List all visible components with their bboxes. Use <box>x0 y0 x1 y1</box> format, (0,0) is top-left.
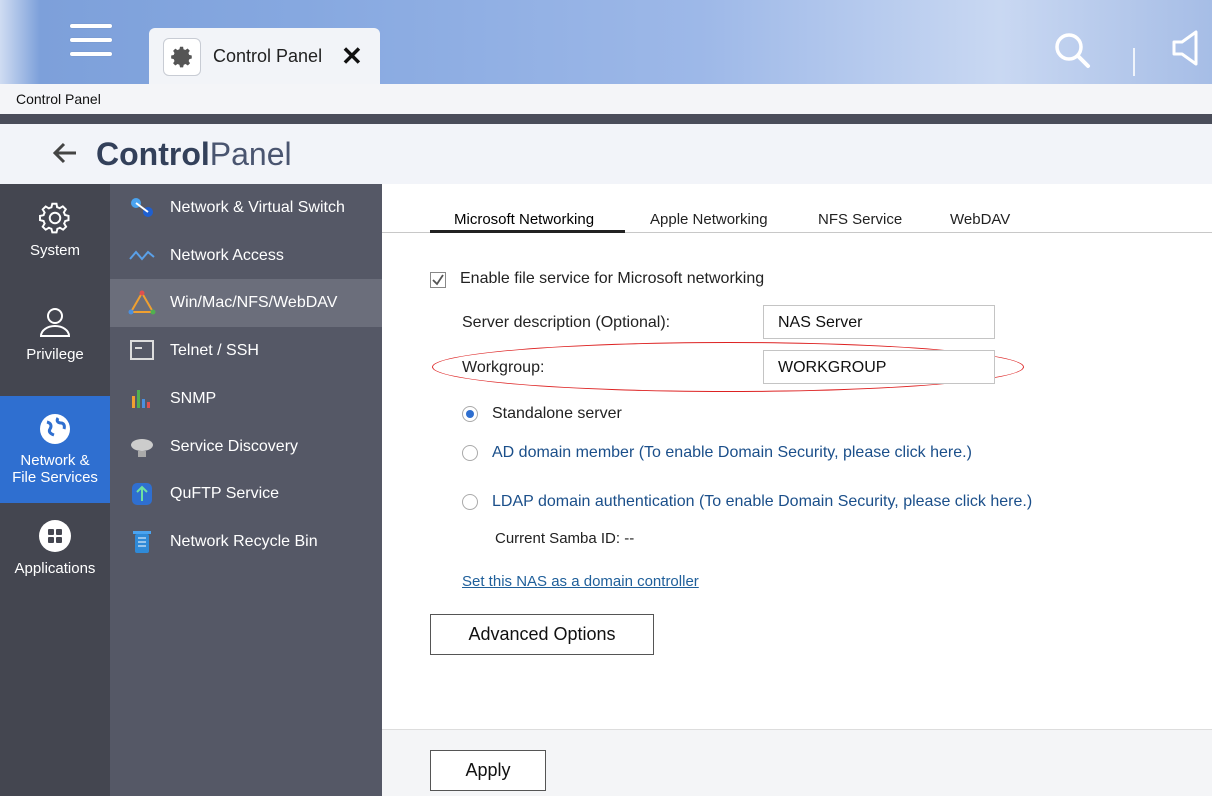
back-arrow-icon[interactable] <box>50 138 80 168</box>
sidebar-item-quftp[interactable]: QuFTP Service <box>110 470 382 518</box>
sidebar-item-win-mac-nfs-webdav[interactable]: Win/Mac/NFS/WebDAV <box>110 279 382 327</box>
radio-ldap-label[interactable]: LDAP domain authentication (To enable Do… <box>492 493 1032 511</box>
tab-webdav[interactable]: WebDAV <box>950 211 1010 228</box>
rail-label-network-line1: Network & <box>20 452 90 469</box>
radio-ad-member-label[interactable]: AD domain member (To enable Domain Secur… <box>492 444 972 462</box>
file-protocols-icon <box>128 290 156 315</box>
apps-grid-icon <box>39 520 71 552</box>
rail-label-privilege: Privilege <box>26 346 84 363</box>
main-content: Microsoft Networking Apple Networking NF… <box>382 184 1212 796</box>
bar-chart-icon <box>132 390 150 408</box>
main-nav-rail: System Privilege Network & File Services… <box>0 184 110 796</box>
active-tab-indicator <box>430 230 625 233</box>
rail-item-privilege[interactable]: Privilege <box>0 304 110 384</box>
sidebar-item-label: Service Discovery <box>170 438 299 455</box>
page-title: ControlPanel <box>96 136 292 172</box>
sidebar-item-label: Win/Mac/NFS/WebDAV <box>170 294 338 311</box>
sidebar-item-label: QuFTP Service <box>170 485 280 502</box>
breadcrumb-bar: Control Panel <box>0 84 1212 114</box>
separator-strip <box>0 114 1212 124</box>
rail-label-applications: Applications <box>14 560 96 577</box>
toolbar-divider <box>1133 48 1135 76</box>
rail-item-system[interactable]: System <box>0 200 110 280</box>
terminal-icon <box>130 340 154 360</box>
rail-item-network-file-services[interactable]: Network & File Services <box>0 396 110 503</box>
speaker-icon[interactable] <box>1170 28 1210 68</box>
network-switch-icon <box>131 198 153 217</box>
sidebar-item-label: Network Access <box>170 247 284 264</box>
globe-icon <box>40 414 70 444</box>
sidebar-item-network-recycle-bin[interactable]: Network Recycle Bin <box>110 518 382 566</box>
rail-label-network-line2: File Services <box>12 469 98 486</box>
sidebar-item-telnet-ssh[interactable]: Telnet / SSH <box>110 327 382 375</box>
ftp-icon <box>132 483 152 505</box>
server-description-field[interactable]: NAS Server <box>763 305 995 339</box>
sidebar-item-label: Network & Virtual Switch <box>170 199 345 216</box>
user-icon <box>39 308 71 337</box>
sidebar-item-service-discovery[interactable]: Service Discovery <box>110 423 382 471</box>
radio-ldap[interactable] <box>462 494 478 510</box>
sidebar-item-label: SNMP <box>170 390 217 407</box>
rail-label-system: System <box>29 242 80 259</box>
domain-controller-link[interactable]: Set this NAS as a domain controller <box>462 573 699 590</box>
rail-item-applications[interactable]: Applications <box>0 518 110 598</box>
footer-bar: Apply <box>382 730 1212 796</box>
tab-control-panel[interactable]: Control Panel ✕ <box>149 28 380 84</box>
gear-icon <box>39 202 70 234</box>
menu-icon[interactable] <box>70 24 112 68</box>
workgroup-label: Workgroup: <box>462 359 545 376</box>
sidebar-item-network-virtual-switch[interactable]: Network & Virtual Switch <box>110 184 382 232</box>
tab-apple-networking[interactable]: Apple Networking <box>650 211 768 228</box>
recycle-bin-icon <box>133 531 151 553</box>
enable-smb-label: Enable file service for Microsoft networ… <box>460 270 765 287</box>
workgroup-field[interactable]: WORKGROUP <box>763 350 995 384</box>
search-icon[interactable] <box>1052 30 1092 70</box>
network-access-icon <box>129 250 155 261</box>
check-icon <box>432 274 444 286</box>
sidebar-item-label: Telnet / SSH <box>170 342 259 359</box>
tab-nfs-service[interactable]: NFS Service <box>818 211 902 228</box>
server-description-label: Server description (Optional): <box>462 314 671 331</box>
tab-microsoft-networking[interactable]: Microsoft Networking <box>454 211 594 228</box>
page-header: ControlPanel <box>0 124 1212 184</box>
title-bar: Control Panel ✕ <box>0 0 1212 84</box>
sub-nav: Network & Virtual Switch Network Access … <box>110 184 382 796</box>
close-icon[interactable]: ✕ <box>341 41 363 72</box>
breadcrumb: Control Panel <box>16 91 101 107</box>
satellite-dish-icon <box>131 439 153 457</box>
enable-smb-checkbox[interactable] <box>430 272 446 288</box>
radio-ad-member[interactable] <box>462 445 478 461</box>
samba-id-text: Current Samba ID: -- <box>495 530 635 547</box>
sidebar-item-snmp[interactable]: SNMP <box>110 375 382 423</box>
advanced-options-button[interactable]: Advanced Options <box>430 614 654 655</box>
sidebar-item-network-access[interactable]: Network Access <box>110 232 382 280</box>
radio-standalone[interactable] <box>462 406 478 422</box>
apply-button[interactable]: Apply <box>430 750 546 791</box>
radio-standalone-label: Standalone server <box>492 405 622 422</box>
gear-icon <box>163 38 201 76</box>
tab-title: Control Panel <box>213 46 323 66</box>
sidebar-item-label: Network Recycle Bin <box>170 533 318 550</box>
